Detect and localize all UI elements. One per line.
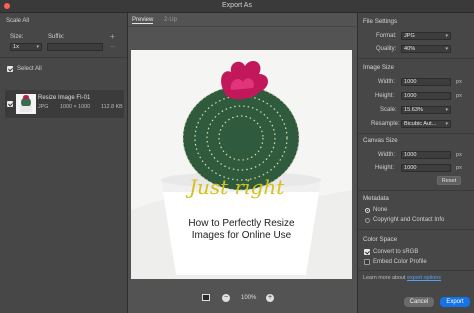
remove-scale-button[interactable]: −	[110, 42, 115, 51]
canvas-height-label: Height:	[375, 165, 395, 171]
divider	[358, 133, 474, 134]
tab-2-up[interactable]: 2-Up	[164, 17, 177, 23]
canvas-height-unit: px	[456, 165, 462, 171]
export-options-link[interactable]: export options	[407, 275, 441, 281]
metadata-none-label: None	[373, 207, 388, 213]
canvas-size-heading: Canvas Size	[363, 137, 398, 144]
chevron-down-icon: ▾	[445, 121, 448, 127]
title-bar: Export As	[0, 0, 474, 13]
convert-srgb-label: Convert to sRGB	[373, 249, 419, 255]
asset-name: Resize Image FI-01	[38, 95, 91, 101]
asset-list-item[interactable]: Resize Image FI-01 JPG 1000 × 1000 112.8…	[5, 90, 124, 118]
zoom-level: 100%	[241, 295, 257, 301]
chevron-down-icon: ▾	[36, 44, 39, 50]
embed-profile-label: Embed Color Profile	[373, 259, 427, 265]
resample-select[interactable]: Bicubic Aut... ▾	[401, 120, 451, 128]
size-label: Size:	[10, 34, 24, 40]
quality-select[interactable]: 40% ▾	[401, 45, 451, 53]
canvas-height-input[interactable]: 1000	[401, 164, 451, 172]
select-all-label: Select All	[17, 66, 42, 72]
metadata-none-radio[interactable]	[365, 208, 370, 213]
asset-dimensions: 1000 × 1000	[60, 104, 91, 110]
divider	[0, 57, 127, 58]
file-settings-heading: File Settings	[363, 18, 398, 25]
reset-button[interactable]: Reset	[437, 176, 461, 185]
asset-filesize: 112.8 KB	[101, 104, 123, 110]
width-unit: px	[456, 79, 462, 85]
height-label: Height:	[375, 93, 395, 99]
scale-label: Scale:	[380, 107, 397, 113]
canvas-width-label: Width:	[378, 152, 396, 158]
zoom-out-icon[interactable]: −	[222, 294, 230, 302]
export-as-window: Export As Scale All Size: Suffix: + 1x ▾ …	[0, 0, 474, 313]
settings-panel: File Settings Format: JPG ▾ Quality: 40% ▾…	[357, 13, 474, 313]
asset-thumbnail	[16, 94, 36, 114]
learn-more-prefix: Learn more about	[363, 275, 406, 281]
zoom-in-icon[interactable]: +	[266, 294, 274, 302]
preview-image: Just right How to Perfectly Resize Image…	[131, 50, 352, 279]
headline-line-2: Images for Online Use	[191, 230, 292, 241]
format-label: Format:	[376, 33, 397, 39]
width-label: Width:	[378, 79, 396, 85]
quality-label: Quality:	[376, 46, 397, 52]
window-title: Export As	[222, 2, 252, 9]
scale-all-heading: Scale All	[6, 18, 30, 24]
scale-select[interactable]: 1x ▾	[10, 43, 42, 51]
tab-preview[interactable]: Preview	[132, 17, 154, 24]
headline-line-1: How to Perfectly Resize	[188, 218, 295, 229]
divider	[128, 26, 356, 27]
format-select[interactable]: JPG ▾	[401, 32, 451, 40]
resample-label: Resample:	[371, 121, 400, 127]
script-overlay-text: Just right	[189, 175, 285, 199]
suffix-input[interactable]	[47, 43, 103, 51]
chevron-down-icon: ▾	[445, 46, 448, 52]
color-space-heading: Color Space	[363, 236, 398, 243]
divider	[358, 190, 474, 191]
chevron-down-icon: ▾	[445, 107, 448, 113]
metadata-heading: Metadata	[363, 195, 389, 202]
left-panel: Scale All Size: Suffix: + 1x ▾ − Select A…	[0, 13, 128, 313]
canvas-width-input[interactable]: 1000	[401, 151, 451, 159]
suffix-label: Suffix:	[48, 34, 65, 40]
preview-area: Preview 2-Up Just right How to Perfectly…	[128, 13, 356, 313]
cactus-photo	[131, 50, 352, 279]
image-width-input[interactable]: 1000	[401, 78, 451, 86]
image-height-input[interactable]: 1000	[401, 92, 451, 100]
chevron-down-icon: ▾	[445, 33, 448, 39]
embed-profile-checkbox[interactable]	[364, 259, 370, 265]
learn-more-text: Learn more about export options	[363, 275, 441, 281]
select-all-checkbox[interactable]	[7, 66, 13, 72]
scale-select[interactable]: 15.63% ▾	[401, 106, 451, 114]
asset-format: JPG	[38, 104, 49, 110]
divider	[358, 58, 474, 59]
metadata-copyright-label: Copyright and Contact Info	[373, 217, 445, 223]
divider	[358, 270, 474, 271]
fit-to-screen-icon[interactable]	[202, 294, 210, 301]
height-unit: px	[456, 93, 462, 99]
image-size-heading: Image Size	[363, 64, 394, 71]
canvas-width-unit: px	[456, 152, 462, 158]
metadata-copyright-radio[interactable]	[365, 218, 370, 223]
add-scale-button[interactable]: +	[110, 32, 115, 41]
asset-checkbox[interactable]	[7, 101, 13, 107]
divider	[358, 229, 474, 230]
cancel-button[interactable]: Cancel	[404, 297, 434, 307]
export-button[interactable]: Export	[440, 297, 470, 307]
convert-srgb-checkbox[interactable]	[364, 249, 370, 255]
